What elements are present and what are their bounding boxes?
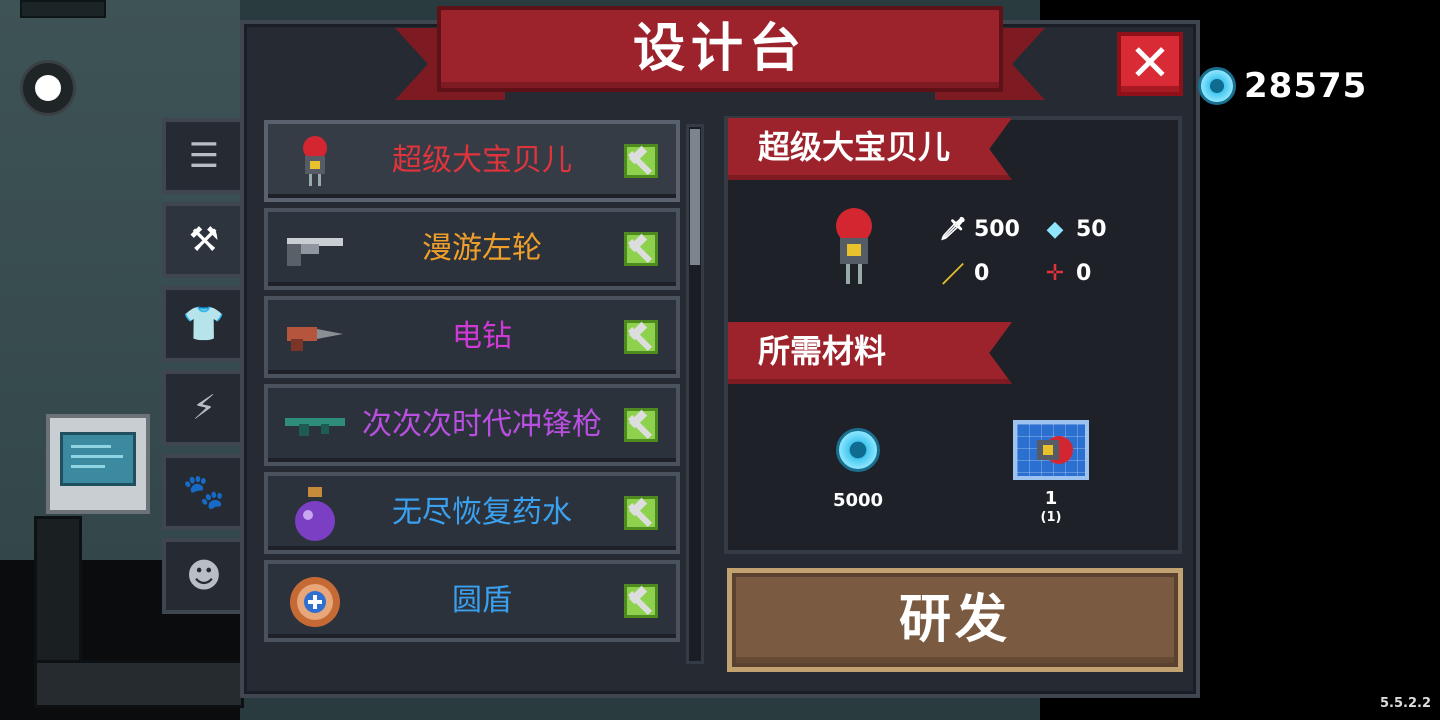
hammer-icon — [624, 496, 658, 530]
list-icon: ☰ — [188, 136, 220, 176]
crit-value: 0 — [974, 260, 990, 286]
joystick-knob[interactable] — [35, 75, 61, 101]
diamond-icon: ◆ — [1046, 216, 1064, 242]
item-name: 漫游左轮 — [422, 231, 542, 266]
gem-icon — [836, 428, 880, 472]
smg-icon — [280, 398, 350, 454]
list-item[interactable]: 无尽恢复药水 — [264, 472, 680, 554]
list-scrollbar[interactable] — [686, 124, 704, 664]
accuracy-value: 0 — [1076, 260, 1092, 286]
stat-attack: 🗡 500 — [939, 216, 1020, 242]
list-item[interactable]: 漫游左轮 — [264, 208, 680, 290]
wall-pillar — [34, 516, 82, 666]
list-item[interactable]: 超级大宝贝儿 — [264, 120, 680, 202]
list-item[interactable]: 次次次时代冲锋枪 — [264, 384, 680, 466]
title-banner: 设计台 — [395, 6, 1045, 102]
knife-icon: ／ — [941, 263, 964, 288]
materials-title: 所需材料 — [758, 332, 887, 370]
potion-icon — [280, 486, 350, 542]
robot-bomb-icon — [280, 134, 350, 190]
blueprint-icon — [1013, 420, 1089, 480]
wall-ledge — [34, 660, 244, 708]
materials-ribbon: 所需材料 — [728, 322, 1012, 384]
shield-icon — [280, 574, 350, 630]
page-title: 设计台 — [632, 19, 807, 79]
item-name: 次次次时代冲锋枪 — [362, 407, 602, 442]
stat-energy: ◆ 50 — [1042, 216, 1107, 242]
item-title-ribbon: 超级大宝贝儿 — [728, 118, 1012, 180]
item-name: 电钻 — [452, 319, 512, 354]
item-name: 圆盾 — [452, 583, 512, 618]
wall-block — [20, 0, 106, 18]
sword-icon: 🗡 — [939, 216, 967, 242]
gem-count: 28575 — [1244, 66, 1368, 106]
tab-pets[interactable]: 🐾 — [162, 454, 242, 530]
material-gem-amount: 5000 — [832, 490, 884, 511]
hammer-icon — [624, 408, 658, 442]
close-icon: ✕ — [1129, 34, 1171, 92]
revolver-icon — [280, 222, 350, 278]
detail-item-icon — [828, 206, 880, 292]
tab-characters[interactable]: ☻ — [162, 538, 242, 614]
drill-icon — [280, 310, 350, 366]
armor-icon: 👕 — [182, 304, 226, 344]
tab-weapons[interactable]: ⚒ — [162, 202, 242, 278]
computer-monitor — [46, 414, 150, 514]
item-name: 无尽恢复药水 — [392, 495, 572, 530]
hammer-icon — [624, 584, 658, 618]
version-label: 5.5.2.2 — [1380, 696, 1431, 711]
tab-skills[interactable]: ⚡ — [162, 370, 242, 446]
character-icon: ☻ — [186, 556, 222, 596]
stat-accuracy: ✛ 0 — [1042, 260, 1092, 286]
hammer-icon — [624, 144, 658, 178]
material-blueprint-owned: (1) — [1040, 510, 1062, 525]
tab-armor[interactable]: 👕 — [162, 286, 242, 362]
detail-item-name: 超级大宝贝儿 — [758, 128, 951, 166]
tab-list[interactable]: ☰ — [162, 118, 242, 194]
research-label: 研发 — [898, 590, 1011, 650]
list-item[interactable]: 圆盾 — [264, 560, 680, 642]
hammer-icon — [624, 320, 658, 354]
stat-crit: ／ 0 — [940, 260, 990, 289]
material-blueprint-amount: 1 — [1044, 488, 1058, 509]
pet-icon: 🐾 — [182, 472, 226, 512]
hammer-icon — [624, 232, 658, 266]
research-button[interactable]: 研发 — [727, 568, 1183, 672]
list-item[interactable]: 电钻 — [264, 296, 680, 378]
weapon-icon: ⚒ — [188, 220, 220, 260]
gem-icon — [1198, 67, 1236, 105]
joystick[interactable] — [20, 60, 76, 116]
close-button[interactable]: ✕ — [1117, 32, 1183, 96]
attack-value: 500 — [974, 216, 1020, 242]
item-name: 超级大宝贝儿 — [392, 143, 572, 178]
scroll-thumb[interactable] — [690, 129, 700, 265]
skill-icon: ⚡ — [192, 388, 216, 428]
currency-display: 28575 — [1198, 62, 1367, 110]
energy-value: 50 — [1076, 216, 1107, 242]
crosshair-icon: ✛ — [1045, 260, 1065, 286]
blueprint-list[interactable]: 超级大宝贝儿 漫游左轮 电钻 次次次时代冲锋枪 无尽恢复药水 圆盾 — [258, 118, 708, 668]
